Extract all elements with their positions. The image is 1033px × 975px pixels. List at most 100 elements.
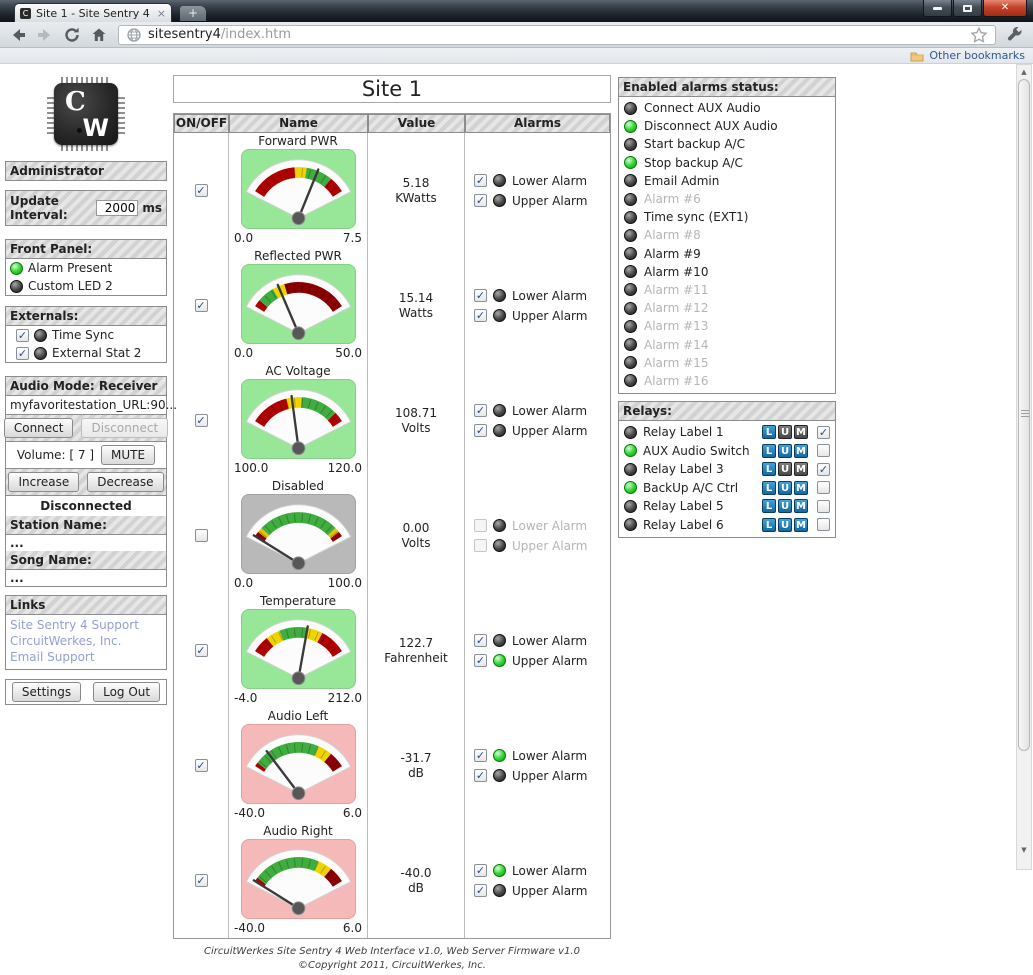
meter-onoff-checkbox[interactable] — [195, 529, 208, 542]
reload-icon — [63, 26, 81, 44]
home-button[interactable] — [87, 24, 111, 46]
meter-onoff-checkbox[interactable]: ✓ — [195, 299, 208, 312]
relay-checkbox[interactable] — [817, 500, 830, 513]
meter-onoff-checkbox[interactable]: ✓ — [195, 874, 208, 887]
relay-latch-button[interactable]: L — [762, 518, 776, 532]
maximize-icon — [963, 5, 972, 12]
alarm-enable-checkbox[interactable]: ✓ — [474, 654, 487, 667]
browser-tab[interactable]: C Site 1 - Site Sentry 4 v1.0 × — [14, 3, 172, 22]
sidebar-link[interactable]: Email Support — [6, 649, 166, 665]
meter-onoff-checkbox[interactable]: ✓ — [195, 184, 208, 197]
station-name-title: Station Name: — [6, 516, 166, 535]
update-interval-input[interactable] — [96, 200, 138, 216]
relay-checkbox[interactable] — [817, 481, 830, 494]
relay-momentary-button[interactable]: M — [794, 499, 808, 513]
alarm-enable-checkbox[interactable]: ✓ — [474, 864, 487, 877]
alarm-status-led — [624, 156, 637, 169]
connect-button[interactable]: Connect — [4, 418, 74, 438]
meter-onoff-checkbox[interactable]: ✓ — [195, 759, 208, 772]
wrench-menu-button[interactable] — [1003, 24, 1027, 46]
volume-increase-button[interactable]: Increase — [8, 472, 79, 492]
gauge — [242, 840, 355, 918]
relay-unlatch-button[interactable]: U — [778, 499, 792, 513]
settings-button[interactable]: Settings — [12, 682, 81, 702]
relay-momentary-button[interactable]: M — [794, 462, 808, 476]
disconnect-button[interactable]: Disconnect — [81, 418, 168, 438]
scrollbar-up-icon[interactable]: ▲ — [1017, 65, 1031, 78]
alarm-status-item: Alarm #10 — [619, 263, 835, 281]
meter-row: ✓ Audio Left -40.06.0 -31.7dB ✓Lower Ala… — [174, 708, 610, 823]
alarm-status-label: Alarm #14 — [644, 338, 708, 352]
alarm-label: Upper Alarm — [512, 769, 587, 783]
relay-checkbox[interactable]: ✓ — [817, 426, 830, 439]
external-enable-checkbox[interactable]: ✓ — [16, 347, 29, 360]
scrollbar-down-icon[interactable]: ▼ — [1017, 843, 1031, 856]
external-enable-checkbox[interactable]: ✓ — [16, 329, 29, 342]
sidebar-link[interactable]: CircuitWerkes, Inc. — [6, 633, 166, 649]
back-button[interactable] — [6, 24, 30, 46]
volume-decrease-button[interactable]: Decrease — [87, 472, 163, 492]
alarm-enable-checkbox[interactable]: ✓ — [474, 634, 487, 647]
alarm-enable-checkbox[interactable]: ✓ — [474, 769, 487, 782]
close-button[interactable]: ✕ — [983, 0, 1027, 17]
alarm-enable-checkbox[interactable]: ✓ — [474, 174, 487, 187]
alarm-enable-checkbox[interactable]: ✓ — [474, 424, 487, 437]
url-text[interactable]: sitesentry4/index.htm — [148, 27, 964, 42]
meter-onoff-checkbox[interactable]: ✓ — [195, 644, 208, 657]
scrollbar-thumb[interactable] — [1018, 79, 1030, 751]
meter-row: ✓ AC Voltage 100.0120.0 108.71Volts ✓Low… — [174, 363, 610, 478]
forward-button[interactable] — [33, 24, 57, 46]
station-url: myfavoritestation_URL:90... — [6, 396, 166, 414]
relay-momentary-button[interactable]: M — [794, 518, 808, 532]
alarm-enable-checkbox[interactable]: ✓ — [474, 309, 487, 322]
externals-title: Externals: — [6, 307, 166, 326]
alarm-enable-checkbox[interactable]: ✓ — [474, 884, 487, 897]
relay-latch-button[interactable]: L — [762, 481, 776, 495]
maximize-button[interactable] — [953, 0, 982, 17]
alarm-enable-checkbox[interactable]: ✓ — [474, 749, 487, 762]
address-bar[interactable]: sitesentry4/index.htm — [118, 25, 996, 45]
wrench-icon — [1006, 26, 1024, 44]
relay-checkbox[interactable] — [817, 518, 830, 531]
alarm-enable-checkbox[interactable]: ✓ — [474, 404, 487, 417]
alarm-label: Upper Alarm — [512, 884, 587, 898]
alarm-enable-checkbox[interactable]: ✓ — [474, 289, 487, 302]
relay-momentary-button[interactable]: M — [794, 481, 808, 495]
meter-gauge — [241, 149, 356, 229]
mute-button[interactable]: MUTE — [101, 445, 155, 465]
relay-momentary-button[interactable]: M — [794, 425, 808, 439]
new-tab-button[interactable]: + — [180, 6, 206, 21]
alarm-enable-checkbox[interactable] — [474, 519, 487, 532]
right-panel: Enabled alarms status: Connect AUX Audio… — [618, 77, 836, 538]
meter-onoff-checkbox[interactable]: ✓ — [195, 414, 208, 427]
relay-checkbox[interactable]: ✓ — [817, 463, 830, 476]
alarm-status-led — [624, 338, 637, 351]
alarm-enable-checkbox[interactable] — [474, 539, 487, 552]
relay-momentary-button[interactable]: M — [794, 444, 808, 458]
relay-unlatch-button[interactable]: U — [778, 462, 792, 476]
relay-latch-button[interactable]: L — [762, 425, 776, 439]
relay-latch-button[interactable]: L — [762, 499, 776, 513]
relay-latch-button[interactable]: L — [762, 444, 776, 458]
alarm-status-led — [624, 120, 637, 133]
relay-latch-button[interactable]: L — [762, 462, 776, 476]
relay-checkbox[interactable] — [817, 444, 830, 457]
alarm-enable-checkbox[interactable]: ✓ — [474, 194, 487, 207]
front-panel-label: Alarm Present — [28, 261, 112, 275]
logout-button[interactable]: Log Out — [93, 682, 160, 702]
alarm-status-label: Stop backup A/C — [644, 156, 743, 170]
minimize-button[interactable] — [923, 0, 952, 17]
relay-unlatch-button[interactable]: U — [778, 481, 792, 495]
sidebar-link[interactable]: Site Sentry 4 Support — [6, 617, 166, 633]
other-bookmarks-button[interactable]: Other bookmarks — [929, 49, 1025, 62]
meter-row: ✓ Reflected PWR 0.050.0 15.14Watts ✓Lowe… — [174, 248, 610, 363]
reload-button[interactable] — [60, 24, 84, 46]
relay-unlatch-button[interactable]: U — [778, 444, 792, 458]
vertical-scrollbar[interactable]: ▲ ▼ — [1016, 64, 1032, 870]
front-panel-item: Alarm Present — [6, 259, 166, 277]
relay-unlatch-button[interactable]: U — [778, 518, 792, 532]
bookmark-star-icon[interactable] — [970, 26, 988, 44]
relay-unlatch-button[interactable]: U — [778, 425, 792, 439]
footer-line2: ©Copyright 2011, CircuitWerkes, Inc. — [173, 959, 611, 973]
tab-close-icon[interactable]: × — [157, 8, 166, 19]
